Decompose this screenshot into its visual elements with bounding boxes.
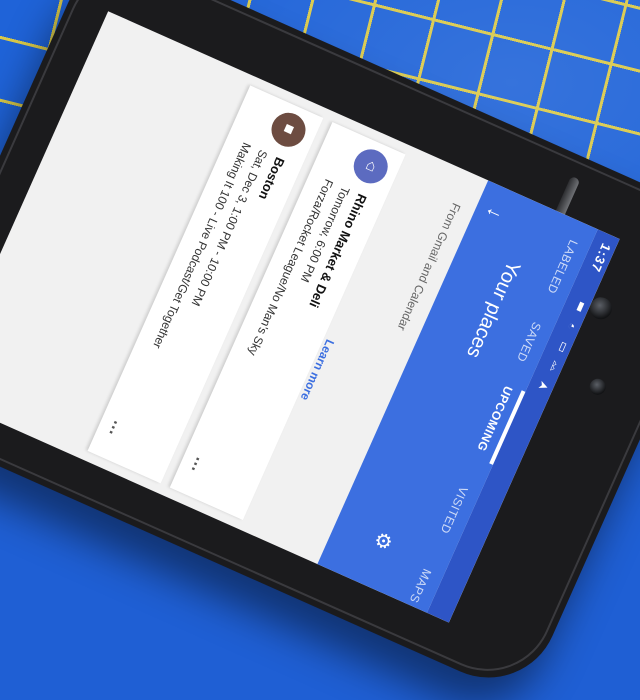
status-time: 1:37 bbox=[587, 241, 614, 275]
bluetooth-icon: ᛒ bbox=[547, 358, 560, 374]
more-options-icon[interactable]: ⋯ bbox=[183, 453, 207, 475]
tab-maps[interactable]: MAPS bbox=[407, 567, 434, 606]
location-icon: ➤ bbox=[536, 377, 551, 395]
place-icon: ■ bbox=[266, 107, 311, 153]
gear-icon[interactable]: ⚙ bbox=[370, 526, 397, 556]
vibrate-icon: ▯ bbox=[557, 338, 569, 354]
signal-icon: ▮ bbox=[574, 298, 587, 314]
front-sensor bbox=[587, 376, 609, 398]
restaurant-icon: ⌂ bbox=[348, 143, 394, 189]
item-subtitle: Making It 100 - Live Podcast/Get Togethe… bbox=[150, 140, 254, 351]
tab-saved[interactable]: SAVED bbox=[514, 320, 544, 364]
arrow-back-icon[interactable]: ← bbox=[480, 196, 508, 225]
page-title: Your places bbox=[461, 257, 525, 362]
more-options-icon[interactable]: ⋯ bbox=[101, 416, 125, 438]
wifi-icon: ◔ bbox=[565, 318, 578, 334]
